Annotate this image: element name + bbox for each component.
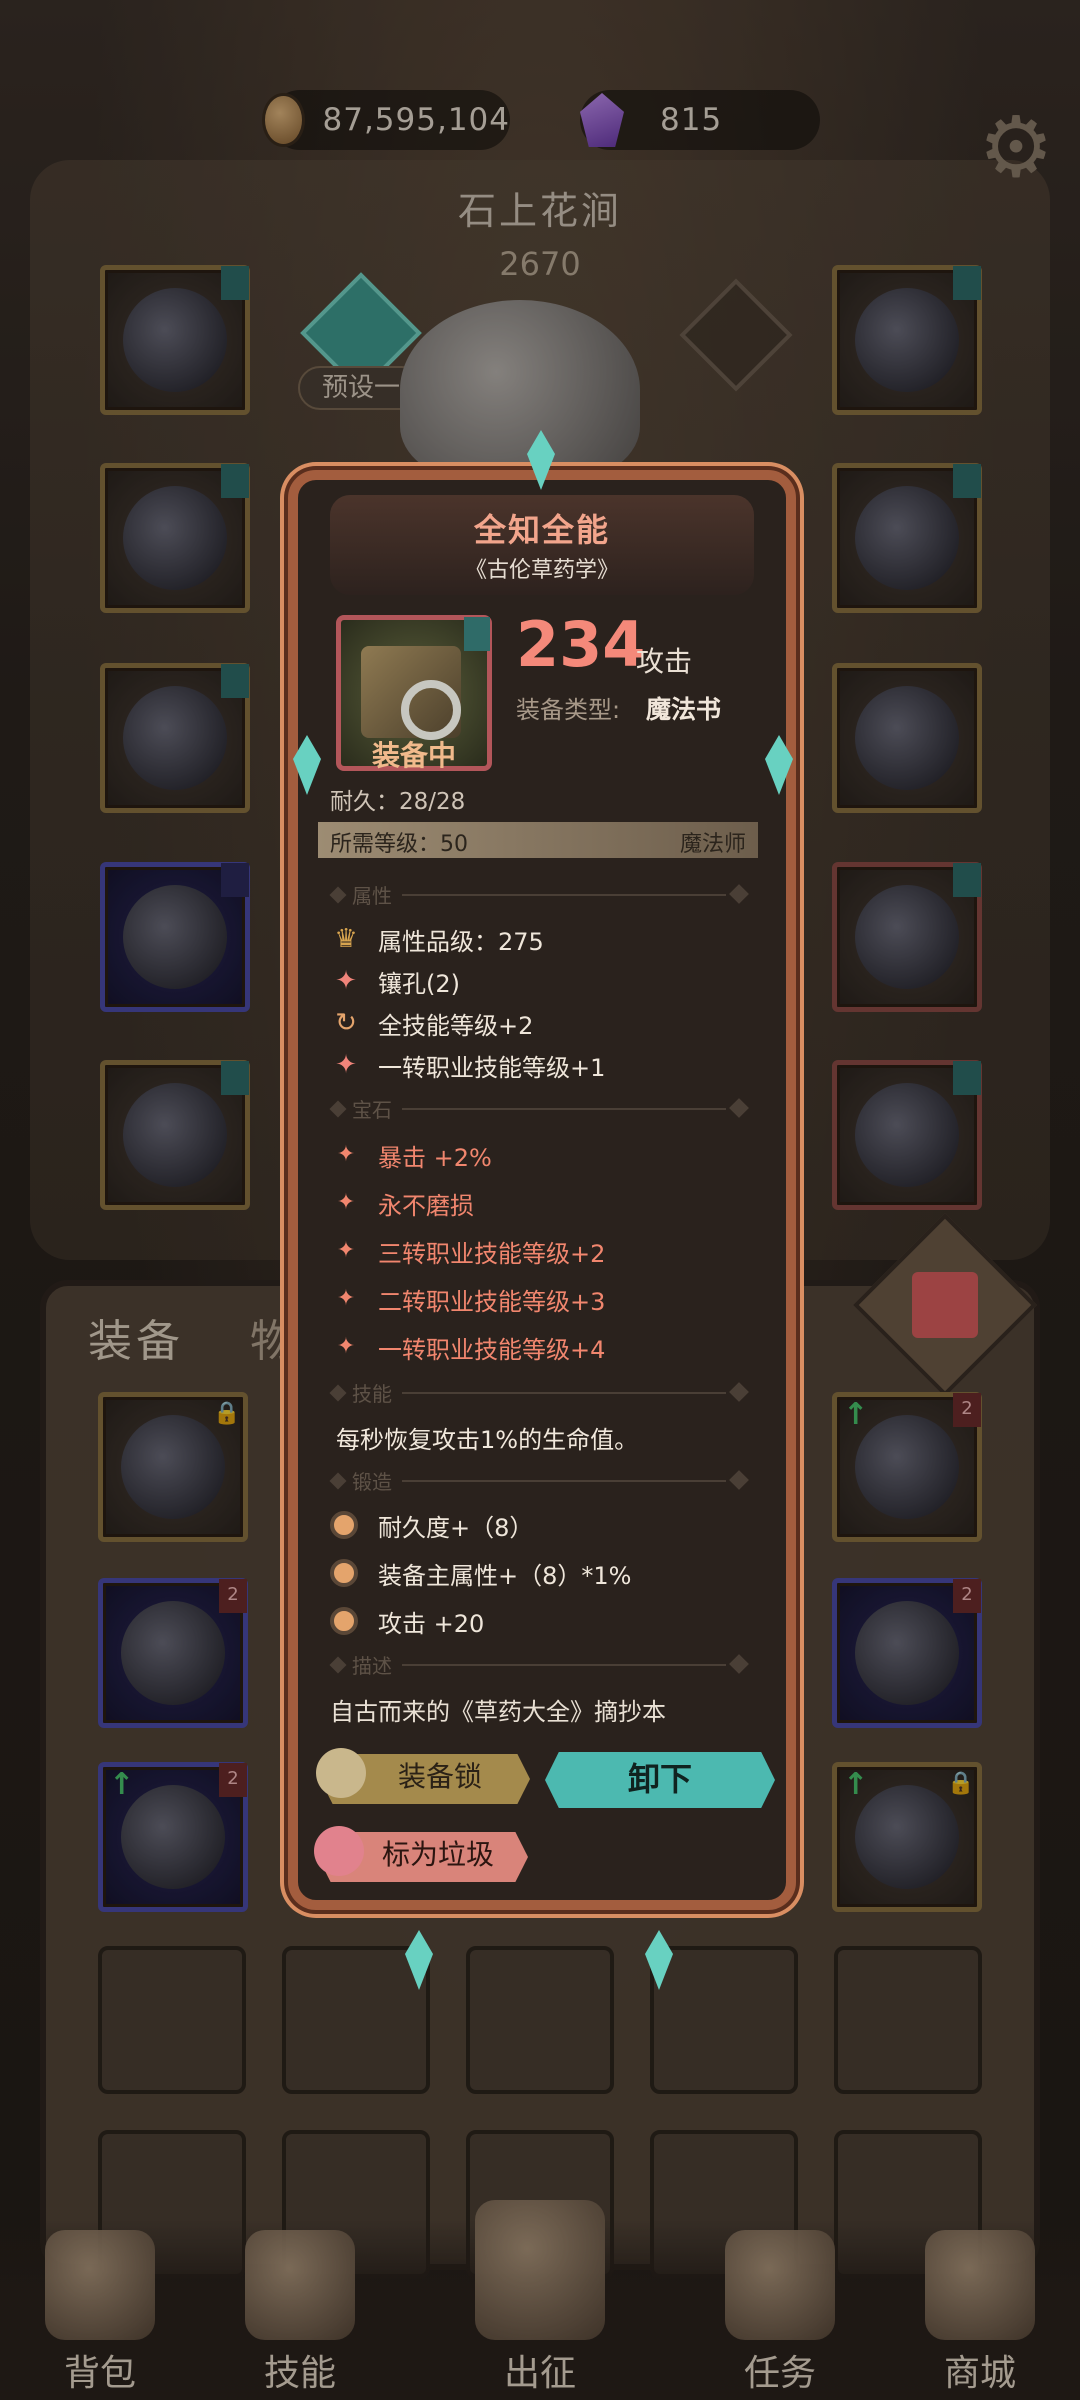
tier-tag bbox=[464, 617, 490, 651]
section-description: 描述 bbox=[329, 1650, 752, 1680]
sparkle-icon: ✦ bbox=[336, 1334, 356, 1359]
grade-icon: ♛ bbox=[334, 924, 358, 954]
item-description: 自古而来的《草药大全》摘抄本 bbox=[330, 1698, 666, 1726]
gem-row: ✦ 二转职业技能等级+3 bbox=[330, 1282, 606, 1316]
lock-button-label: 装备锁 bbox=[397, 1760, 482, 1793]
gem-row: ✦ 三转职业技能等级+2 bbox=[330, 1234, 606, 1268]
skill-description: 每秒恢复攻击1%的生命值。 bbox=[336, 1426, 639, 1454]
sparkle-icon: ✦ bbox=[336, 1190, 356, 1215]
forge-row: 攻击 +20 bbox=[330, 1604, 484, 1638]
forge-dot-icon bbox=[330, 1511, 358, 1539]
attr-row: ↻ 全技能等级+2 bbox=[330, 1006, 533, 1040]
junk-button-label: 标为垃圾 bbox=[381, 1838, 494, 1871]
sparkle-icon: ✦ bbox=[336, 1238, 356, 1263]
magnifier-ring-icon bbox=[401, 680, 461, 740]
required-level: 所需等级：50 bbox=[330, 832, 468, 857]
section-attributes: 属性 bbox=[329, 880, 752, 910]
socket-icon: ✦ bbox=[335, 1050, 357, 1080]
attr-row: ✦ 一转职业技能等级+1 bbox=[330, 1048, 605, 1082]
type-value: 魔法书 bbox=[646, 695, 722, 724]
attr-row: ♛ 属性品级：275 bbox=[330, 922, 543, 956]
sparkle-icon: ✦ bbox=[336, 1286, 356, 1311]
section-forge: 锻造 bbox=[329, 1466, 752, 1496]
equipped-label: 装备中 bbox=[371, 739, 456, 772]
socket-icon: ✦ bbox=[335, 966, 357, 996]
forge-dot-icon bbox=[330, 1559, 358, 1587]
item-subtitle: 《古伦草药学》 bbox=[464, 558, 619, 583]
gem-row: ✦ 暴击 +2% bbox=[330, 1138, 492, 1172]
durability: 耐久：28/28 bbox=[330, 789, 466, 815]
type-label: 装备类型: bbox=[516, 696, 621, 724]
section-gems: 宝石 bbox=[329, 1094, 752, 1124]
forge-row: 耐久度+（8） bbox=[330, 1508, 533, 1542]
attack-label: 攻击 bbox=[636, 645, 693, 678]
unequip-button[interactable]: 卸下 bbox=[545, 1752, 775, 1808]
gem-row: ✦ 永不磨损 bbox=[330, 1186, 474, 1220]
item-title: 全知全能 bbox=[473, 511, 610, 549]
forge-dot-icon bbox=[330, 1607, 358, 1635]
cycle-icon: ↻ bbox=[335, 1008, 357, 1038]
sparkle-icon: ✦ bbox=[336, 1142, 356, 1167]
gem-row: ✦ 一转职业技能等级+4 bbox=[330, 1330, 606, 1364]
requirement-bar: 所需等级：50 魔法师 bbox=[318, 822, 758, 858]
forge-row: 装备主属性+（8）*1% bbox=[330, 1556, 631, 1590]
attr-row: ✦ 镶孔(2) bbox=[330, 964, 460, 998]
trash-tag-icon bbox=[314, 1826, 364, 1876]
section-skill: 技能 bbox=[329, 1378, 752, 1408]
required-class: 魔法师 bbox=[679, 832, 746, 857]
padlock-icon bbox=[316, 1748, 366, 1798]
attack-value: 234 bbox=[516, 608, 646, 681]
